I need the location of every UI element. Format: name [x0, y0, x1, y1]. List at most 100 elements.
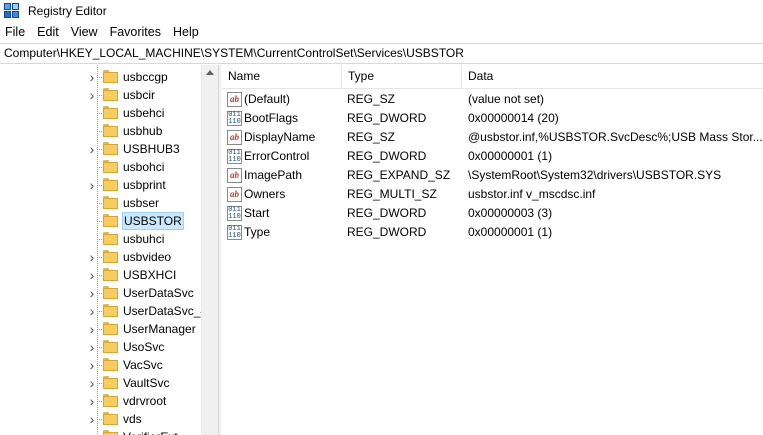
- value-data: \SystemRoot\System32\drivers\USBSTOR.SYS: [468, 168, 722, 182]
- tree-item-label[interactable]: USBXHCI: [122, 266, 177, 284]
- tree-item[interactable]: › UserDataSvc_4: [0, 302, 207, 320]
- tree-item[interactable]: › vds: [0, 410, 200, 428]
- tree-item-label[interactable]: USBSTOR: [122, 212, 184, 230]
- tree-item[interactable]: usbser: [0, 194, 200, 212]
- tree-item-label[interactable]: usbvideo: [122, 248, 172, 266]
- tree-item-label[interactable]: VerifierExt: [122, 428, 179, 435]
- expand-chevron-icon[interactable]: ›: [88, 302, 96, 320]
- tree-connector: [97, 131, 102, 132]
- tree-item[interactable]: › VacSvc: [0, 356, 200, 374]
- tree-item[interactable]: › usbccgp: [0, 68, 200, 86]
- tree-item[interactable]: USBSTOR: [0, 212, 200, 230]
- expand-chevron-icon[interactable]: ›: [88, 140, 96, 158]
- tree-item[interactable]: › VaultSvc: [0, 374, 200, 392]
- tree-item-label[interactable]: usbccgp: [122, 68, 169, 86]
- value-row[interactable]: 011 110 ErrorControl REG_DWORD 0x00000001 (…: [222, 147, 763, 166]
- menu-help[interactable]: Help: [167, 22, 205, 42]
- expand-chevron-icon[interactable]: ›: [88, 176, 96, 194]
- tree-connector: [97, 293, 102, 294]
- tree-item-label[interactable]: usbprint: [122, 176, 167, 194]
- tree-item[interactable]: › vdrvroot: [0, 392, 200, 410]
- tree-item[interactable]: usbohci: [0, 158, 200, 176]
- tree-connector: [97, 365, 102, 366]
- column-header-data[interactable]: Data: [462, 65, 763, 88]
- value-data: 0x00000014 (20): [468, 111, 559, 125]
- tree-item-label[interactable]: UsoSvc: [122, 338, 165, 356]
- tree-item-label[interactable]: usbohci: [122, 158, 165, 176]
- tree-item-label[interactable]: vdrvroot: [122, 392, 167, 410]
- tree-item-label[interactable]: UserDataSvc_4: [122, 302, 208, 320]
- tree-scrollbar[interactable]: [201, 65, 218, 435]
- value-row[interactable]: 011 110 BootFlags REG_DWORD 0x00000014 (20): [222, 109, 763, 128]
- tree-item[interactable]: usbehci: [0, 104, 200, 122]
- value-type: REG_EXPAND_SZ: [347, 168, 451, 182]
- tree-item[interactable]: › USBXHCI: [0, 266, 200, 284]
- menu-view[interactable]: View: [65, 22, 104, 42]
- value-row[interactable]: 011 110 Type REG_DWORD 0x00000001 (1): [222, 223, 763, 242]
- column-header-name[interactable]: Name: [222, 65, 342, 88]
- tree-item[interactable]: › USBHUB3: [0, 140, 200, 158]
- column-header-type[interactable]: Type: [342, 65, 462, 88]
- tree-item[interactable]: usbhub: [0, 122, 200, 140]
- expand-chevron-icon[interactable]: ›: [88, 428, 96, 435]
- folder-icon: [103, 178, 118, 191]
- tree-item-label[interactable]: VacSvc: [122, 356, 164, 374]
- tree-item-label[interactable]: usbhub: [122, 122, 163, 140]
- value-row[interactable]: ab DisplayName REG_SZ @usbstor.inf,%USBSTOR…: [222, 128, 763, 147]
- scroll-up-icon[interactable]: [206, 70, 214, 75]
- tree-item[interactable]: › usbcir: [0, 86, 200, 104]
- tree-item[interactable]: › usbprint: [0, 176, 200, 194]
- tree-item-label[interactable]: usbehci: [122, 104, 165, 122]
- folder-icon: [103, 358, 118, 371]
- tree-connector: [97, 383, 102, 384]
- value-row[interactable]: ab (Default) REG_SZ (value not set): [222, 90, 763, 109]
- value-name: Owners: [244, 187, 286, 201]
- tree-item[interactable]: › UserManager: [0, 320, 200, 338]
- value-row[interactable]: 011 110 Start REG_DWORD 0x00000003 (3): [222, 204, 763, 223]
- tree-item-label[interactable]: VaultSvc: [122, 374, 170, 392]
- tree-item[interactable]: usbuhci: [0, 230, 200, 248]
- tree-item-label[interactable]: vds: [122, 410, 143, 428]
- folder-icon: [103, 160, 118, 173]
- expand-chevron-icon[interactable]: ›: [88, 86, 96, 104]
- tree-connector: [97, 257, 102, 258]
- tree-item-label[interactable]: UserDataSvc: [122, 284, 195, 302]
- menu-bar: File Edit View Favorites Help: [0, 22, 763, 42]
- value-row[interactable]: ab ImagePath REG_EXPAND_SZ \SystemRoot\Syst…: [222, 166, 763, 185]
- tree-item[interactable]: › VerifierExt: [0, 428, 200, 435]
- value-name: DisplayName: [244, 130, 316, 144]
- address-bar[interactable]: Computer\HKEY_LOCAL_MACHINE\SYSTEM\Curre…: [0, 43, 763, 64]
- tree-connector: [97, 401, 102, 402]
- tree-item-label[interactable]: UserManager: [122, 320, 197, 338]
- tree-item[interactable]: › usbvideo: [0, 248, 200, 266]
- value-row[interactable]: ab Owners REG_MULTI_SZ usbstor.inf v_mscdsc…: [222, 185, 763, 204]
- folder-icon: [103, 214, 118, 227]
- tree-item-label[interactable]: usbser: [122, 194, 160, 212]
- expand-chevron-icon[interactable]: ›: [88, 68, 96, 86]
- expand-chevron-icon[interactable]: ›: [88, 284, 96, 302]
- value-type: REG_DWORD: [347, 111, 427, 125]
- menu-edit[interactable]: Edit: [31, 22, 65, 42]
- expand-chevron-icon[interactable]: ›: [88, 392, 96, 410]
- expand-chevron-icon[interactable]: ›: [88, 338, 96, 356]
- folder-icon: [103, 70, 118, 83]
- expand-chevron-icon[interactable]: ›: [88, 248, 96, 266]
- menu-file[interactable]: File: [0, 22, 31, 42]
- expand-chevron-icon[interactable]: ›: [88, 356, 96, 374]
- expand-chevron-icon[interactable]: ›: [88, 410, 96, 428]
- title-bar: Registry Editor: [0, 0, 763, 22]
- tree-item-label[interactable]: usbcir: [122, 86, 156, 104]
- tree-item[interactable]: › UsoSvc: [0, 338, 200, 356]
- menu-favorites[interactable]: Favorites: [104, 22, 167, 42]
- pane-splitter[interactable]: [218, 65, 221, 435]
- tree-connector: [97, 185, 102, 186]
- value-name: Start: [244, 206, 270, 220]
- folder-icon: [103, 268, 118, 281]
- tree-item-label[interactable]: USBHUB3: [122, 140, 181, 158]
- expand-chevron-icon[interactable]: ›: [88, 320, 96, 338]
- tree-item[interactable]: › UserDataSvc: [0, 284, 200, 302]
- expand-chevron-icon[interactable]: ›: [88, 266, 96, 284]
- expand-chevron-icon[interactable]: ›: [88, 374, 96, 392]
- tree-item-label[interactable]: usbuhci: [122, 230, 165, 248]
- registry-key-tree[interactable]: › usbccgp › usbcir usbehci usbhub › USBHUB3 usbo…: [0, 65, 216, 435]
